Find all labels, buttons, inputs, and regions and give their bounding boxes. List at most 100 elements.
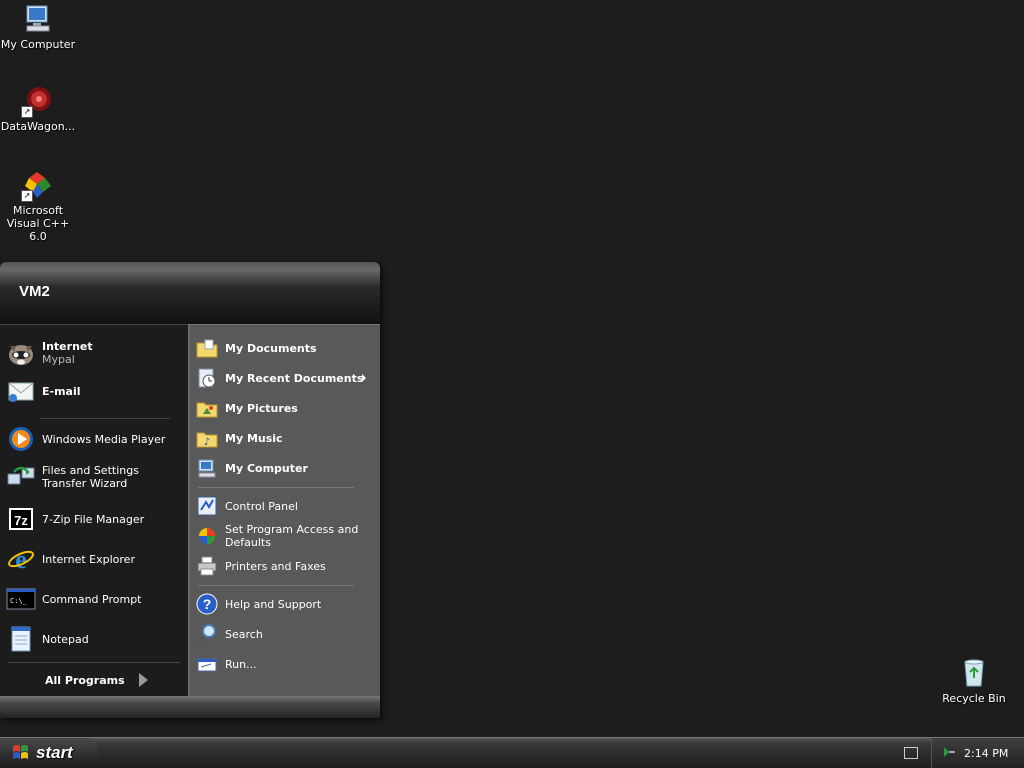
program-notepad[interactable]: Notepad [6, 623, 182, 655]
folder-music-icon: ♪ [196, 427, 218, 449]
search-icon [196, 623, 218, 645]
tool-help-support[interactable]: ? Help and Support [196, 591, 374, 617]
desktop-icon-label: Microsoft Visual C++ 6.0 [6, 204, 70, 243]
program-windows-media-player[interactable]: Windows Media Player [6, 423, 182, 455]
svg-text:7z: 7z [14, 513, 28, 528]
desktop-icon-recycle-bin[interactable]: Recycle Bin [934, 656, 1014, 705]
command-prompt-icon: C:\_ [6, 584, 36, 614]
place-label: My Documents [225, 341, 317, 355]
internet-explorer-icon: e [6, 544, 36, 574]
program-label: Notepad [42, 632, 89, 646]
run-icon [196, 653, 218, 675]
svg-text:♪: ♪ [204, 437, 210, 448]
setting-program-access-defaults[interactable]: Set Program Access and Defaults [196, 521, 374, 551]
separator [198, 585, 354, 586]
tool-label: Run... [225, 657, 257, 671]
program-command-prompt[interactable]: C:\_ Command Prompt [6, 583, 182, 615]
program-label: Internet Explorer [42, 552, 135, 566]
folder-pictures-icon [196, 397, 218, 419]
computer-icon [196, 457, 218, 479]
program-access-icon [196, 525, 218, 547]
start-menu-right-column: My Documents My Recent Documents My Pict… [188, 324, 380, 696]
pinned-email[interactable]: E-mail [6, 375, 182, 407]
program-internet-explorer[interactable]: e Internet Explorer [6, 543, 182, 575]
separator [198, 487, 354, 488]
shortcut-arrow-icon: ↗ [21, 106, 33, 118]
place-label: My Computer [225, 461, 308, 475]
desktop-icon-visual-cpp[interactable]: ↗ Microsoft Visual C++ 6.0 [0, 168, 78, 243]
desktop-icon-label: My Computer [0, 38, 76, 51]
start-menu-body: Internet Mypal E-mail Windows Media Play… [0, 324, 380, 696]
setting-control-panel[interactable]: Control Panel [196, 493, 374, 519]
folder-documents-icon [196, 337, 218, 359]
transfer-wizard-icon [6, 462, 36, 492]
place-my-pictures[interactable]: My Pictures [196, 395, 374, 421]
program-label: Windows Media Player [42, 432, 166, 446]
desktop-icon-label: DataWagon... [0, 120, 76, 133]
tool-run[interactable]: Run... [196, 651, 374, 677]
desktop-icon-my-computer[interactable]: My Computer [0, 2, 78, 51]
recent-documents-icon [196, 367, 218, 389]
user-name: VM2 [19, 283, 50, 300]
tool-search[interactable]: Search [196, 621, 374, 647]
computer-icon [21, 2, 55, 36]
7zip-icon: 7z [6, 504, 36, 534]
all-programs-button[interactable]: All Programs [45, 669, 182, 691]
raccoon-browser-icon [6, 338, 36, 368]
start-menu-header: VM2 [0, 262, 380, 324]
start-menu: VM2 Internet Mypal E-mail Windows Media … [0, 262, 380, 718]
place-my-documents[interactable]: My Documents [196, 335, 374, 361]
place-my-computer[interactable]: My Computer [196, 455, 374, 481]
svg-text:?: ? [203, 596, 212, 612]
submenu-arrow-icon [362, 374, 366, 382]
help-icon: ? [196, 593, 218, 615]
setting-printers-faxes[interactable]: Printers and Faxes [196, 553, 374, 579]
network-icon[interactable] [942, 745, 956, 762]
desktop-icon-label: Recycle Bin [942, 692, 1006, 705]
program-label: Command Prompt [42, 592, 142, 606]
datawagon-icon: ↗ [21, 84, 55, 118]
separator [8, 662, 180, 663]
setting-label: Printers and Faxes [225, 559, 326, 573]
pinned-internet[interactable]: Internet Mypal [6, 337, 182, 369]
visual-cpp-icon: ↗ [21, 168, 55, 202]
place-my-music[interactable]: ♪ My Music [196, 425, 374, 451]
notepad-icon [6, 624, 36, 654]
recycle-bin-icon [957, 656, 991, 690]
pinned-subtitle: Mypal [42, 353, 75, 366]
program-7zip[interactable]: 7z 7-Zip File Manager [6, 503, 182, 535]
tool-label: Search [225, 627, 263, 641]
shortcut-arrow-icon: ↗ [21, 190, 33, 202]
svg-text:e: e [15, 545, 27, 574]
desktop-icon-datawagon[interactable]: ↗ DataWagon... [0, 84, 78, 133]
start-button[interactable]: start [0, 738, 98, 768]
email-icon [6, 376, 36, 406]
place-my-recent-documents[interactable]: My Recent Documents [196, 365, 374, 391]
place-label: My Music [225, 431, 283, 445]
svg-text:C:\_: C:\_ [10, 597, 28, 605]
keyboard-icon[interactable] [904, 747, 918, 759]
all-programs-arrow-icon [138, 673, 148, 687]
all-programs-label: All Programs [45, 673, 125, 687]
start-label: start [36, 743, 73, 762]
program-label: 7-Zip File Manager [42, 512, 145, 526]
taskbar: start 2:14 PM [0, 737, 1024, 768]
media-player-icon [6, 424, 36, 454]
start-menu-footer [0, 696, 380, 718]
place-label: My Recent Documents [225, 371, 364, 385]
pinned-title: E-mail [42, 384, 81, 398]
place-label: My Pictures [225, 401, 298, 415]
clock[interactable]: 2:14 PM [964, 747, 1008, 760]
setting-label: Set Program Access and Defaults [225, 523, 359, 549]
program-label: Files and Settings Transfer Wizard [42, 464, 139, 490]
control-panel-icon [196, 495, 218, 517]
start-menu-left-column: Internet Mypal E-mail Windows Media Play… [0, 324, 188, 696]
windows-logo-icon [12, 743, 30, 764]
setting-label: Control Panel [225, 499, 298, 513]
pinned-title: Internet [42, 340, 93, 353]
separator [40, 418, 170, 419]
tool-label: Help and Support [225, 597, 322, 611]
system-tray: 2:14 PM [931, 738, 1024, 768]
program-files-settings-transfer[interactable]: Files and Settings Transfer Wizard [6, 461, 182, 493]
printer-icon [196, 555, 218, 577]
